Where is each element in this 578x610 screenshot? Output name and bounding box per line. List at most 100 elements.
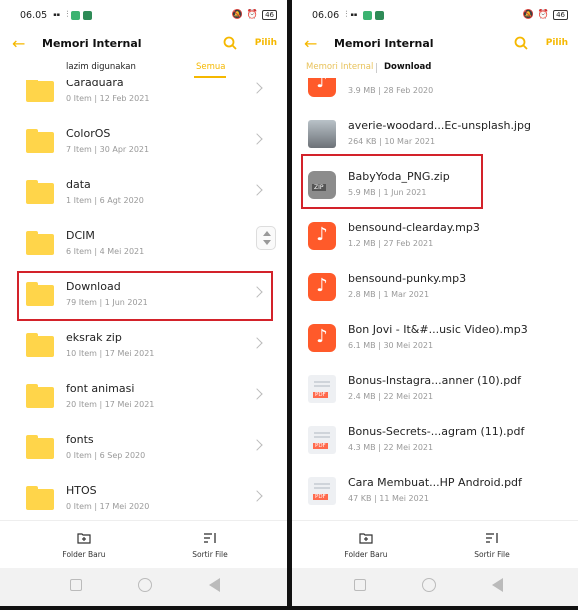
folder-row[interactable]: eksrak zip 10 Item | 17 Mei 2021 — [0, 321, 287, 372]
app-notification-icon — [71, 10, 81, 20]
folder-icon — [26, 333, 54, 357]
chevron-right-icon — [253, 386, 265, 402]
page-title: Memori Internal — [334, 36, 434, 50]
file-meta: 2.4 MB | 22 Mei 2021 — [348, 392, 434, 401]
mute-icon: 🔕 — [231, 10, 243, 20]
file-meta: 4.3 MB | 22 Mei 2021 — [348, 443, 434, 452]
sort-button[interactable]: Sortir File — [452, 529, 532, 559]
music-icon — [308, 324, 336, 352]
pdf-icon — [308, 477, 336, 505]
recents-icon[interactable] — [354, 579, 366, 591]
status-time: 06.06 — [312, 9, 340, 21]
file-row[interactable]: Cara Membuat...HP Android.pdf 47 KB | 11… — [292, 466, 578, 517]
folder-meta: 6 Item | 4 Mei 2021 — [66, 247, 145, 256]
system-nav-bar — [0, 568, 287, 606]
status-bar: 06.06 ⫶ ▪▪ 🔕 ⏰ 46 — [292, 0, 578, 30]
file-meta: 2.8 MB | 1 Mar 2021 — [348, 290, 430, 299]
folder-name: font animasi — [66, 382, 135, 395]
app-notification-icon-2 — [375, 10, 385, 20]
signal-icon: ⫶ — [345, 10, 348, 20]
file-meta: 264 KB | 10 Mar 2021 — [348, 137, 436, 146]
file-row[interactable]: averie-woodard...Ec-unsplash.jpg 264 KB … — [292, 109, 578, 160]
alarm-icon: ⏰ — [537, 10, 550, 20]
music-icon — [308, 273, 336, 301]
folder-row[interactable]: fonts 0 Item | 6 Sep 2020 — [0, 423, 287, 474]
file-list[interactable]: 3.9 MB | 28 Feb 2020 averie-woodard...Ec… — [292, 78, 578, 520]
select-button[interactable]: Pilih — [546, 38, 568, 48]
status-bar: 06.05 ▪▪ ⫶ 🔕 ⏰ 46 — [0, 0, 287, 30]
folder-row[interactable]: DCIM 6 Item | 4 Mei 2021 — [0, 219, 287, 270]
folder-row[interactable]: font animasi 20 Item | 17 Mei 2021 — [0, 372, 287, 423]
breadcrumb-current: Download — [384, 62, 432, 72]
recents-icon[interactable] — [70, 579, 82, 591]
file-name: Bonus-Secrets-...agram (11).pdf — [348, 425, 525, 438]
folder-row[interactable]: Caraduara 0 Item | 12 Feb 2021 — [0, 80, 287, 117]
back-arrow-icon[interactable]: ← — [304, 34, 334, 53]
home-icon[interactable] — [138, 578, 152, 592]
file-name: Bon Jovi - It&#...usic Video).mp3 — [348, 323, 528, 336]
file-meta: 1.2 MB | 27 Feb 2021 — [348, 239, 434, 248]
folder-icon — [26, 486, 54, 510]
file-row[interactable]: 3.9 MB | 28 Feb 2020 — [292, 78, 578, 109]
folder-name: ColorOS — [66, 127, 111, 140]
select-button[interactable]: Pilih — [255, 38, 277, 48]
notification-icons: ⫶ ▪▪ — [345, 10, 385, 20]
tab-recent[interactable]: lazim digunakan — [66, 62, 136, 72]
tab-all[interactable]: Semua — [196, 62, 226, 72]
folder-name: HTOS — [66, 484, 97, 497]
system-status-icons: 🔕 ⏰ 46 — [232, 10, 277, 20]
new-folder-label: Folder Baru — [62, 550, 106, 559]
new-folder-button[interactable]: Folder Baru — [44, 529, 124, 559]
chevron-right-icon — [253, 131, 265, 147]
file-name: averie-woodard...Ec-unsplash.jpg — [348, 119, 531, 132]
folder-name: Caraduara — [66, 80, 124, 89]
chevron-right-icon — [253, 437, 265, 453]
folder-row[interactable]: HTOS 0 Item | 17 Mei 2020 — [0, 474, 287, 520]
folder-meta: 10 Item | 17 Mei 2021 — [66, 349, 155, 358]
page-title: Memori Internal — [42, 36, 142, 50]
search-icon[interactable] — [223, 36, 237, 50]
fast-scroll-handle[interactable] — [256, 226, 276, 250]
tab-bar: lazim digunakan Semua — [0, 56, 287, 78]
file-row[interactable]: bensound-punky.mp3 2.8 MB | 1 Mar 2021 — [292, 262, 578, 313]
folder-icon — [26, 384, 54, 408]
folder-name: fonts — [66, 433, 94, 446]
network-speed-icon: ▪▪ — [350, 11, 358, 18]
chevron-right-icon — [253, 182, 265, 198]
file-row[interactable]: bensound-clearday.mp3 1.2 MB | 27 Feb 20… — [292, 211, 578, 262]
folder-row[interactable]: ColorOS 7 Item | 30 Apr 2021 — [0, 117, 287, 168]
sort-button[interactable]: Sortir File — [170, 529, 250, 559]
file-row[interactable]: Bonus-Instagra...anner (10).pdf 2.4 MB |… — [292, 364, 578, 415]
back-arrow-icon[interactable]: ← — [12, 34, 42, 53]
new-folder-button[interactable]: Folder Baru — [326, 529, 406, 559]
image-icon — [308, 120, 336, 148]
folder-row[interactable]: data 1 Item | 6 Agt 2020 — [0, 168, 287, 219]
folder-meta: 20 Item | 17 Mei 2021 — [66, 400, 155, 409]
new-folder-label: Folder Baru — [344, 550, 388, 559]
search-icon[interactable] — [514, 36, 528, 50]
breadcrumb-root[interactable]: Memori Internal — [306, 62, 373, 72]
folder-icon — [26, 180, 54, 204]
file-row[interactable]: Bonus-Secrets-...agram (11).pdf 4.3 MB |… — [292, 415, 578, 466]
file-meta: 47 KB | 11 Mei 2021 — [348, 494, 429, 503]
right-screen: 06.06 ⫶ ▪▪ 🔕 ⏰ 46 ← Memori Internal Pili… — [292, 0, 578, 606]
file-name: Cara Membuat...HP Android.pdf — [348, 476, 522, 489]
file-name: Bonus-Instagra...anner (10).pdf — [348, 374, 522, 387]
chevron-right-icon — [253, 488, 265, 504]
back-icon[interactable] — [492, 578, 503, 592]
status-time: 06.05 — [20, 9, 48, 21]
battery-icon: 46 — [553, 10, 568, 20]
folder-icon — [26, 129, 54, 153]
sort-label: Sortir File — [192, 550, 228, 559]
back-icon[interactable] — [209, 578, 220, 592]
chevron-right-icon — [253, 80, 265, 96]
folder-name: data — [66, 178, 91, 191]
folder-meta: 1 Item | 6 Agt 2020 — [66, 196, 144, 205]
home-icon[interactable] — [422, 578, 436, 592]
screenshot-border — [0, 606, 578, 610]
highlight-box-zip-file — [301, 154, 483, 209]
app-bar: ← Memori Internal Pilih — [0, 30, 287, 56]
new-folder-icon — [359, 533, 373, 544]
file-row[interactable]: Bon Jovi - It&#...usic Video).mp3 6.1 MB… — [292, 313, 578, 364]
file-meta: 6.1 MB | 30 Mei 2021 — [348, 341, 434, 350]
